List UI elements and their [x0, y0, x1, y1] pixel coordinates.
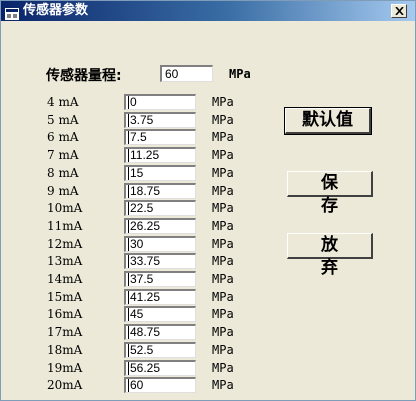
- row-pressure-value: 0: [128, 95, 137, 109]
- row-pressure-value: 18.75: [128, 184, 161, 198]
- row-current-label: 14mA: [47, 272, 83, 286]
- row-unit-label: MPa: [212, 343, 234, 357]
- default-values-label: 默认值: [302, 110, 353, 130]
- row-pressure-input[interactable]: 48.75: [124, 324, 196, 340]
- row-pressure-value: 52.5: [128, 343, 154, 357]
- row-unit-label: MPa: [212, 325, 234, 339]
- row-current-label: 6 mA: [47, 130, 79, 144]
- sensor-range-input[interactable]: 60: [160, 65, 213, 82]
- row-pressure-value: 30: [128, 237, 144, 251]
- close-icon: [395, 7, 404, 15]
- row-current-label: 5 mA: [47, 113, 79, 127]
- row-current-label: 15mA: [47, 290, 83, 304]
- row-pressure-input[interactable]: 18.75: [124, 183, 196, 199]
- save-button[interactable]: 保 存: [287, 171, 373, 216]
- row-pressure-value: 22.5: [128, 201, 154, 215]
- row-unit-label: MPa: [212, 184, 234, 198]
- row-unit-label: MPa: [212, 219, 234, 233]
- row-current-label: 18mA: [47, 343, 83, 357]
- row-unit-label: MPa: [212, 130, 234, 144]
- row-current-label: 17mA: [47, 325, 83, 339]
- row-unit-label: MPa: [212, 113, 234, 127]
- cancel-label: 放 弃: [321, 235, 364, 278]
- row-pressure-value: 48.75: [128, 325, 161, 339]
- title-bar[interactable]: 传感器参数: [1, 1, 415, 21]
- row-current-label: 16mA: [47, 307, 83, 321]
- row-current-label: 4 mA: [47, 95, 79, 109]
- row-current-label: 10mA: [47, 201, 83, 215]
- row-pressure-value: 56.25: [128, 361, 161, 375]
- row-current-label: 13mA: [47, 254, 83, 268]
- row-current-label: 19mA: [47, 361, 83, 375]
- row-pressure-input[interactable]: 15: [124, 165, 196, 181]
- row-unit-label: MPa: [212, 272, 234, 286]
- row-unit-label: MPa: [212, 254, 234, 268]
- row-current-label: 12mA: [47, 237, 83, 251]
- row-unit-label: MPa: [212, 361, 234, 375]
- row-current-label: 11mA: [47, 219, 83, 233]
- sensor-range-label: 传感器量程:: [46, 68, 122, 84]
- row-current-label: 7 mA: [47, 148, 79, 162]
- row-pressure-input[interactable]: 7.5: [124, 129, 196, 145]
- row-pressure-value: 33.75: [128, 254, 161, 268]
- row-pressure-input[interactable]: 41.25: [124, 289, 196, 305]
- row-pressure-input[interactable]: 30: [124, 236, 196, 252]
- row-pressure-input[interactable]: 33.75: [124, 253, 196, 269]
- row-pressure-value: 60: [128, 378, 144, 392]
- row-unit-label: MPa: [212, 148, 234, 162]
- row-current-label: 20mA: [47, 378, 83, 392]
- sensor-range-unit: MPa: [229, 67, 251, 81]
- row-current-label: 9 mA: [47, 184, 79, 198]
- app-icon: [5, 5, 19, 20]
- row-pressure-value: 15: [128, 166, 144, 180]
- row-unit-label: MPa: [212, 166, 234, 180]
- row-unit-label: MPa: [212, 201, 234, 215]
- row-unit-label: MPa: [212, 378, 234, 392]
- row-unit-label: MPa: [212, 95, 234, 109]
- default-values-button[interactable]: 默认值: [284, 107, 372, 135]
- sensor-params-window: 传感器参数 传感器量程: 60 MPa 4 mA 0 MPa 5 mA 3.75 MPa 6…: [0, 0, 416, 401]
- row-pressure-value: 45: [128, 307, 144, 321]
- row-pressure-input[interactable]: 56.25: [124, 360, 196, 376]
- row-pressure-value: 11.25: [128, 148, 160, 162]
- window-title: 传感器参数: [23, 3, 89, 18]
- row-pressure-value: 3.75: [128, 113, 154, 127]
- row-pressure-input[interactable]: 45: [124, 306, 196, 322]
- row-pressure-input[interactable]: 0: [124, 94, 196, 110]
- save-label: 保 存: [321, 173, 364, 216]
- row-pressure-value: 37.5: [128, 272, 154, 286]
- row-pressure-input[interactable]: 37.5: [124, 271, 196, 287]
- row-unit-label: MPa: [212, 237, 234, 251]
- row-pressure-input[interactable]: 26.25: [124, 218, 196, 234]
- row-unit-label: MPa: [212, 307, 234, 321]
- row-current-label: 8 mA: [47, 166, 79, 180]
- close-button[interactable]: [391, 4, 407, 18]
- cancel-button[interactable]: 放 弃: [287, 233, 373, 278]
- row-pressure-input[interactable]: 22.5: [124, 200, 196, 216]
- row-pressure-input[interactable]: 3.75: [124, 112, 196, 128]
- row-pressure-value: 26.25: [128, 219, 161, 233]
- row-pressure-input[interactable]: 60: [124, 377, 196, 393]
- row-pressure-value: 41.25: [128, 290, 161, 304]
- row-pressure-input[interactable]: 11.25: [124, 147, 196, 163]
- row-unit-label: MPa: [212, 290, 234, 304]
- row-pressure-value: 7.5: [128, 130, 147, 144]
- row-pressure-input[interactable]: 52.5: [124, 342, 196, 358]
